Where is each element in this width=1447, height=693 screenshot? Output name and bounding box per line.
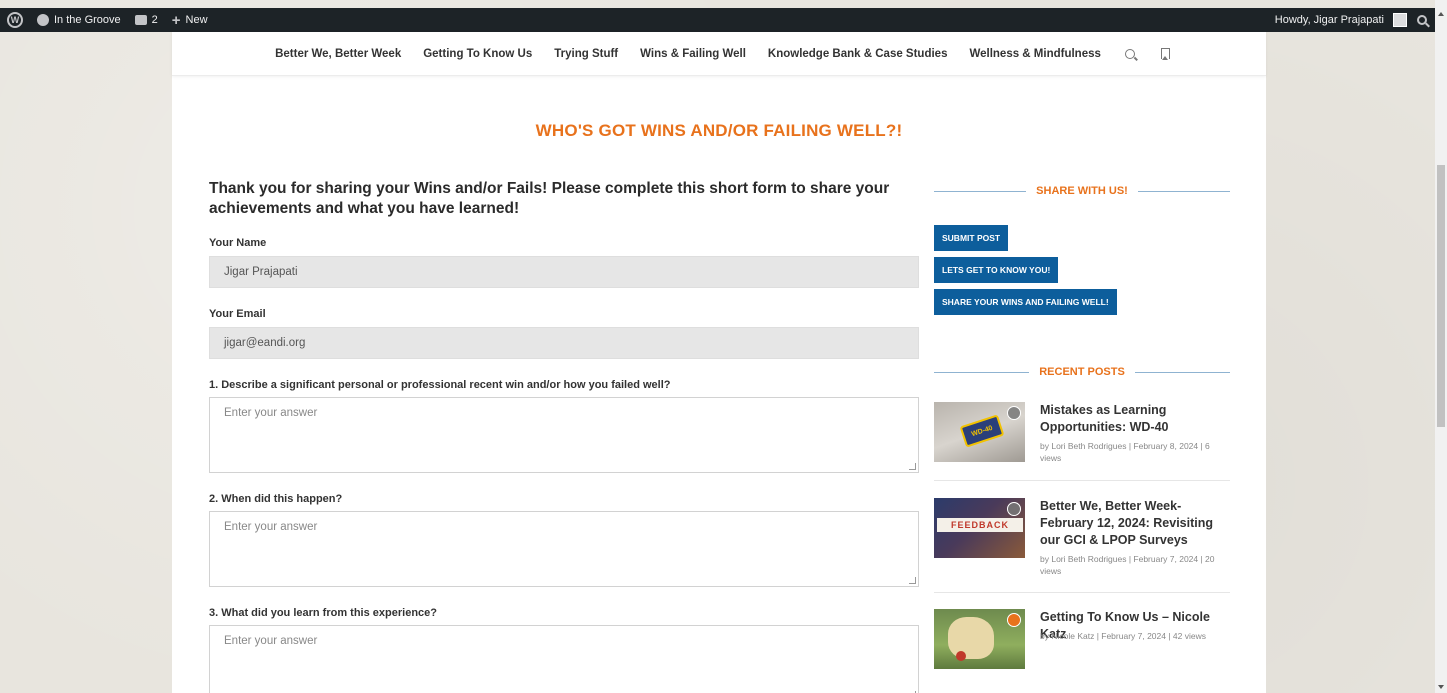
name-label: Your Name	[209, 237, 267, 249]
post-thumbnail[interactable]	[934, 609, 1025, 669]
share-section-heading: SHARE WITH US!	[934, 185, 1231, 197]
post-divider	[934, 592, 1230, 593]
plus-icon: +	[171, 11, 181, 29]
post-meta: by Lori Beth Rodrigues | February 7, 202…	[1040, 554, 1215, 576]
heading-rule	[1137, 190, 1231, 192]
page-title: WHO'S GOT WINS AND/OR FAILING WELL?!	[535, 121, 903, 140]
bookmark-badge-icon[interactable]	[1007, 502, 1021, 516]
account-menu[interactable]: Howdy, Jigar Prajapati	[1268, 8, 1407, 32]
bookmark-badge-icon[interactable]	[1007, 613, 1021, 627]
wordpress-menu[interactable]: W	[0, 8, 30, 32]
question-1-label: 1. Describe a significant personal or pr…	[209, 379, 671, 391]
get-to-know-you-button[interactable]: LETS GET TO KNOW YOU!	[934, 257, 1059, 283]
comments-count: 2	[151, 14, 158, 26]
site-name-link[interactable]: In the Groove	[30, 8, 128, 32]
scrollbar-thumb[interactable]	[1437, 165, 1445, 427]
nav-item-wellness[interactable]: Wellness & Mindfulness	[969, 48, 1100, 60]
wordpress-logo-icon: W	[7, 12, 23, 28]
wd40-can-image: WD-40	[959, 414, 1005, 448]
scroll-down-arrow-icon[interactable]	[1438, 685, 1444, 689]
post-title[interactable]: Better We, Better Week- February 12, 202…	[1040, 498, 1232, 549]
dashboard-icon	[37, 14, 49, 26]
page-scrollbar[interactable]	[1435, 0, 1447, 693]
avatar	[1393, 13, 1407, 27]
submission-form: Thank you for sharing your Wins and/or F…	[209, 179, 919, 693]
share-wins-button[interactable]: SHARE YOUR WINS AND FAILING WELL!	[934, 289, 1117, 315]
heading-rule	[934, 371, 1030, 373]
bookmark-badge-icon[interactable]	[1007, 406, 1021, 420]
nav-item-getting-to-know-us[interactable]: Getting To Know Us	[423, 48, 532, 60]
heading-rule	[1134, 371, 1231, 373]
post-title[interactable]: Mistakes as Learning Opportunities: WD-4…	[1040, 402, 1232, 436]
name-field[interactable]: Jigar Prajapati	[209, 256, 919, 288]
question-3-answer[interactable]: Enter your answer	[209, 625, 919, 693]
post-meta: by Nicole Katz | February 7, 2024 | 42 v…	[1040, 631, 1206, 641]
new-content-link[interactable]: + New	[165, 8, 215, 32]
post-meta: by Lori Beth Rodrigues | February 8, 202…	[1040, 441, 1210, 463]
recent-posts-heading: RECENT POSTS	[934, 366, 1231, 378]
page-container: Better We, Better Week Getting To Know U…	[172, 32, 1266, 693]
greeting: Howdy, Jigar Prajapati	[1274, 14, 1384, 26]
email-label: Your Email	[209, 308, 266, 320]
dog-image	[948, 617, 994, 659]
sidebar: SHARE WITH US! SUBMIT POST LETS GET TO K…	[934, 185, 1231, 378]
email-field[interactable]: jigar@eandi.org	[209, 327, 919, 359]
question-3-label: 3. What did you learn from this experien…	[209, 607, 437, 619]
admin-search-icon[interactable]	[1417, 15, 1427, 25]
nav-bookmark-button[interactable]	[1159, 47, 1173, 61]
ball-image	[956, 651, 966, 661]
feedback-blocks-image: FEEDBACK	[937, 518, 1023, 532]
nav-item-wins-failing-well[interactable]: Wins & Failing Well	[640, 48, 746, 60]
nav-search-button[interactable]	[1123, 47, 1137, 61]
main-nav: Better We, Better Week Getting To Know U…	[172, 32, 1266, 76]
share-heading-text: SHARE WITH US!	[1036, 185, 1128, 197]
question-1-answer[interactable]: Enter your answer	[209, 397, 919, 473]
nav-item-trying-stuff[interactable]: Trying Stuff	[554, 48, 618, 60]
admin-bar: W In the Groove 2 + New Howdy, Jigar Pra…	[0, 8, 1435, 32]
post-divider	[934, 480, 1230, 481]
bookmark-icon	[1161, 48, 1171, 60]
search-icon	[1124, 48, 1135, 59]
form-intro: Thank you for sharing your Wins and/or F…	[209, 180, 890, 217]
question-2-answer[interactable]: Enter your answer	[209, 511, 919, 587]
post-thumbnail[interactable]: FEEDBACK	[934, 498, 1025, 558]
comment-icon	[134, 15, 147, 25]
question-2-label: 2. When did this happen?	[209, 493, 343, 505]
scroll-up-arrow-icon[interactable]	[1438, 12, 1444, 16]
comments-link[interactable]: 2	[128, 8, 165, 32]
nav-item-better-we[interactable]: Better We, Better Week	[275, 48, 401, 60]
new-label: New	[185, 14, 208, 26]
site-name: In the Groove	[54, 14, 121, 26]
nav-item-knowledge-bank[interactable]: Knowledge Bank & Case Studies	[768, 48, 948, 60]
post-thumbnail[interactable]: WD-40	[934, 402, 1025, 462]
recent-heading-text: RECENT POSTS	[1039, 366, 1125, 378]
submit-post-button[interactable]: SUBMIT POST	[934, 225, 1009, 251]
heading-rule	[934, 190, 1027, 192]
